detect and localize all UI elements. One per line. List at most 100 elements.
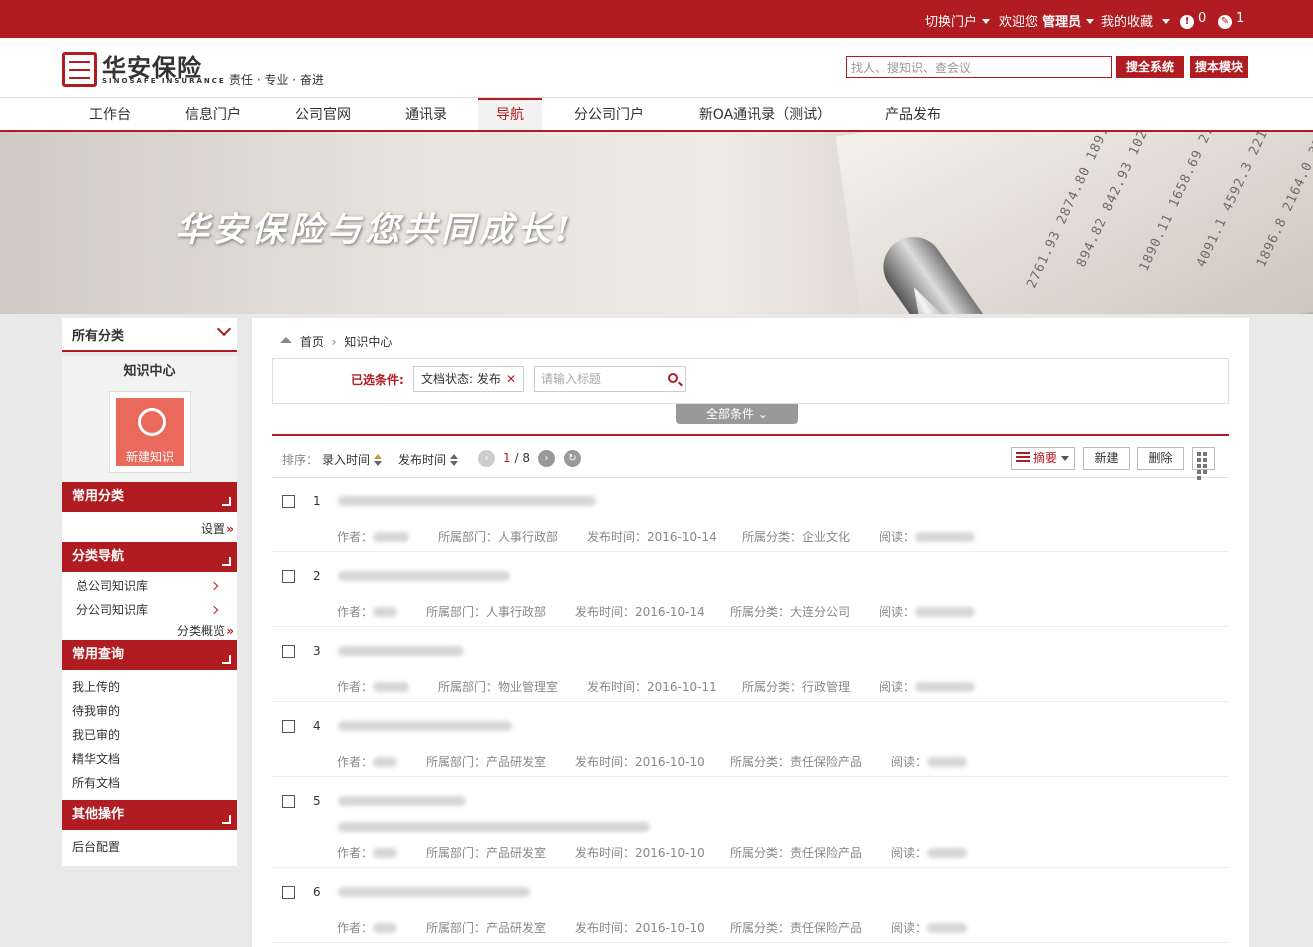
- meta-label: 所属部门：: [438, 530, 499, 544]
- nav-item-label: 分公司知识库: [76, 603, 149, 617]
- backend-config-link[interactable]: 后台配置: [62, 835, 237, 859]
- nav-item-branch-kb[interactable]: 分公司知识库: [62, 598, 237, 622]
- nav-item-official-site[interactable]: 公司官网: [286, 98, 360, 130]
- list-item: 1 作者： 所属部门：人事行政部 发布时间：2016-10-14 所属分类：企业…: [272, 480, 1229, 552]
- doc-reads: 阅读：: [879, 678, 976, 695]
- date-value: 2016-10-14: [647, 530, 717, 544]
- nav-item-product-release[interactable]: 产品发布: [876, 98, 950, 130]
- row-checkbox[interactable]: [282, 886, 295, 899]
- global-search-input[interactable]: 找人、搜知识、查会议: [846, 56, 1112, 78]
- alert-icon: !: [1180, 15, 1194, 29]
- category-value: 责任保险产品: [790, 921, 863, 935]
- meta-label: 阅读：: [891, 755, 928, 769]
- refresh-icon[interactable]: ↻: [564, 450, 581, 467]
- meta-label: 作者：: [337, 921, 374, 935]
- all-conditions-label: 全部条件: [706, 407, 755, 421]
- delete-button[interactable]: 删除: [1137, 447, 1184, 470]
- row-checkbox[interactable]: [282, 720, 295, 733]
- row-number: 6: [313, 885, 321, 899]
- category-overview-link[interactable]: 分类概览 »: [177, 622, 234, 639]
- top-bar: 切换门户 欢迎您 管理员 我的收藏 ! 0 ✎ 1: [0, 0, 1313, 38]
- alerts-indicator[interactable]: ! 0: [1180, 11, 1206, 29]
- header: 华安保险 SINOSAFE INSURANCE 责任 · 专业 · 奋进 找人、…: [0, 38, 1313, 98]
- switch-portal-menu[interactable]: 切换门户: [925, 11, 991, 30]
- row-checkbox[interactable]: [282, 795, 295, 808]
- meta-label: 发布时间：: [587, 530, 648, 544]
- meta-label: 作者：: [337, 680, 374, 694]
- meta-label: 发布时间：: [575, 846, 636, 860]
- doc-meta: 作者：: [337, 919, 398, 936]
- category-nav-header: 分类导航: [62, 542, 237, 572]
- meta-label: 阅读：: [891, 846, 928, 860]
- reads-value: [927, 848, 968, 858]
- meta-label: 所属分类：: [730, 755, 791, 769]
- row-checkbox[interactable]: [282, 645, 295, 658]
- tasks-indicator[interactable]: ✎ 1: [1218, 11, 1244, 29]
- search-module-button[interactable]: 搜本模块: [1190, 56, 1248, 78]
- row-checkbox[interactable]: [282, 495, 295, 508]
- common-query-body: 我上传的 待我审的 我已审的 精华文档 所有文档: [62, 670, 237, 800]
- nav-item-info-portal[interactable]: 信息门户: [176, 98, 250, 130]
- search-all-button[interactable]: 搜全系统: [1116, 56, 1184, 78]
- user-menu[interactable]: 欢迎您 管理员: [999, 11, 1095, 30]
- row-checkbox[interactable]: [282, 570, 295, 583]
- all-conditions-toggle[interactable]: 全部条件 ⌄: [676, 404, 798, 424]
- chevron-right-icon: [209, 605, 219, 615]
- doc-title[interactable]: [338, 571, 510, 581]
- meta-label: 作者：: [337, 755, 374, 769]
- query-all-docs[interactable]: 所有文档: [62, 771, 237, 795]
- search-icon[interactable]: [668, 373, 678, 383]
- doc-title[interactable]: [338, 796, 466, 806]
- breadcrumb: 首页 › 知识中心: [280, 333, 392, 350]
- nav-item-head-office-kb[interactable]: 总公司知识库: [62, 574, 237, 598]
- doc-title[interactable]: [338, 496, 596, 506]
- nav-item-workbench[interactable]: 工作台: [80, 98, 140, 130]
- doc-title[interactable]: [338, 887, 530, 897]
- query-featured[interactable]: 精华文档: [62, 747, 237, 771]
- new-knowledge-button[interactable]: 新建知识: [110, 392, 190, 472]
- doc-title[interactable]: [338, 646, 464, 656]
- doc-date: 发布时间：2016-10-10: [575, 844, 705, 861]
- sort-publish-time[interactable]: 发布时间: [398, 451, 459, 468]
- prev-page-button[interactable]: ‹: [478, 450, 495, 467]
- pencil-icon: ✎: [1218, 15, 1232, 29]
- chevron-right-icon: [209, 581, 219, 591]
- nav-item-branch-portal[interactable]: 分公司门户: [566, 98, 652, 130]
- doc-meta: 作者：: [337, 753, 398, 770]
- doc-date: 发布时间：2016-10-10: [575, 919, 705, 936]
- doc-reads: 阅读：: [891, 919, 968, 936]
- breadcrumb-home[interactable]: 首页: [300, 335, 324, 349]
- query-my-uploads[interactable]: 我上传的: [62, 675, 237, 699]
- sort-entry-label: 录入时间: [322, 453, 371, 467]
- next-page-button[interactable]: ›: [538, 450, 555, 467]
- category-value: 责任保险产品: [790, 846, 863, 860]
- close-icon[interactable]: ✕: [506, 367, 516, 391]
- nav-item-directory[interactable]: 通讯录: [396, 98, 456, 130]
- new-button[interactable]: 新建: [1083, 447, 1130, 470]
- sort-arrows-icon: [374, 454, 383, 466]
- all-categories-dropdown[interactable]: 所有分类: [62, 318, 237, 352]
- nav-item-new-oa-directory[interactable]: 新OA通讯录（测试）: [690, 98, 840, 130]
- title-search-input[interactable]: 请输入标题: [534, 366, 686, 392]
- doc-title[interactable]: [338, 721, 512, 731]
- category-value: 责任保险产品: [790, 755, 863, 769]
- sort-entry-time[interactable]: 录入时间: [322, 451, 383, 468]
- date-value: 2016-10-10: [635, 755, 705, 769]
- doc-category: 所属分类：责任保险产品: [730, 919, 862, 936]
- grid-view-icon[interactable]: [1192, 447, 1215, 480]
- meta-label: 所属部门：: [426, 605, 487, 619]
- nav-item-navigation[interactable]: 导航: [478, 98, 542, 130]
- query-reviewed[interactable]: 我已审的: [62, 723, 237, 747]
- settings-link[interactable]: 设置 »: [201, 520, 234, 537]
- query-pending-review[interactable]: 待我审的: [62, 699, 237, 723]
- meta-label: 所属部门：: [426, 846, 487, 860]
- doc-reads: 阅读：: [879, 603, 976, 620]
- meta-label: 所属部门：: [426, 921, 487, 935]
- chevron-down-icon: [216, 321, 232, 337]
- dept-value: 产品研发室: [486, 846, 547, 860]
- favorites-menu[interactable]: 我的收藏: [1101, 11, 1171, 30]
- alert-count: 0: [1198, 11, 1207, 26]
- list-item: 3 作者： 所属部门：物业管理室 发布时间：2016-10-11 所属分类：行政…: [272, 630, 1229, 702]
- page-current: 1: [503, 451, 511, 465]
- view-mode-dropdown[interactable]: 摘要: [1011, 447, 1075, 470]
